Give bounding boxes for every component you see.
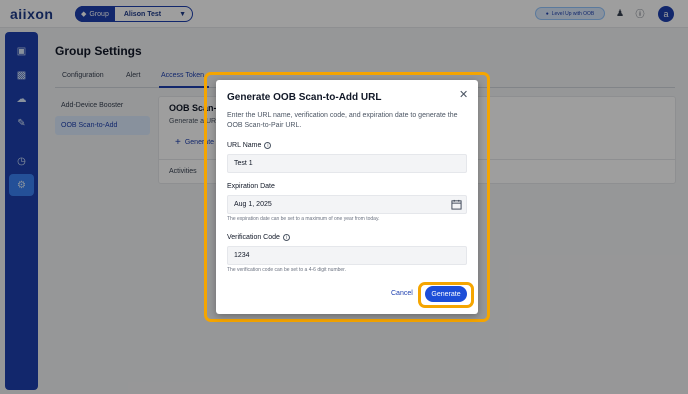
url-name-label: URL Name i <box>227 142 272 149</box>
expiration-date-input[interactable]: Aug 1, 2025 <box>227 195 467 214</box>
verification-code-label: Verification Code i <box>227 234 290 241</box>
cancel-button[interactable]: Cancel <box>391 290 413 297</box>
verification-help-text: The verification code can be set to a 4-… <box>227 267 346 273</box>
dialog-description: Enter the URL name, verification code, a… <box>227 112 458 129</box>
info-icon[interactable]: i <box>264 142 272 149</box>
dialog-title: Generate OOB Scan-to-Add URL <box>227 92 382 103</box>
expiration-help-text: The expiration date can be set to a maxi… <box>227 216 380 222</box>
verification-code-input[interactable]: 1234 <box>227 246 467 265</box>
url-name-input[interactable]: Test 1 <box>227 154 467 173</box>
calendar-icon[interactable] <box>451 199 462 210</box>
info-icon[interactable]: i <box>282 234 290 241</box>
generate-highlight-frame <box>418 282 474 308</box>
expiration-date-label: Expiration Date <box>227 183 275 190</box>
close-icon[interactable]: ✕ <box>459 88 468 101</box>
generate-url-dialog: Generate OOB Scan-to-Add URL ✕ Enter the… <box>216 80 478 314</box>
